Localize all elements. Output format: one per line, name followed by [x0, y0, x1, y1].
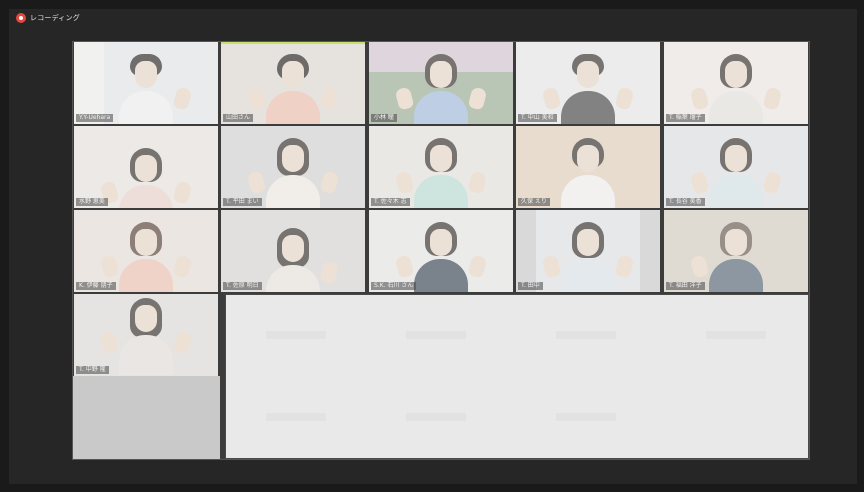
- video-tile[interactable]: T. 稲葉 瑠子: [664, 42, 808, 124]
- recording-indicator[interactable]: レコーディング: [16, 13, 80, 23]
- participant-name: T. 佐々木 志: [371, 198, 410, 206]
- video-tile[interactable]: K. 伊藤 朋子: [74, 210, 218, 292]
- participant-name: T. 田中: [518, 282, 543, 290]
- video-tile[interactable]: 水野 恵美: [74, 126, 218, 208]
- video-tile[interactable]: T. 佐々木 志: [369, 126, 513, 208]
- participant-name: 小林 瞳: [371, 114, 397, 122]
- video-tile[interactable]: 小林 瞳: [369, 42, 513, 124]
- video-tile[interactable]: Y.Y-Uehara: [74, 42, 218, 124]
- participant-name: T. 平田 まい: [223, 198, 262, 206]
- video-tile[interactable]: T. 佐原 明日: [221, 210, 365, 292]
- record-icon: [16, 13, 26, 23]
- participant-name: T. 長谷 美香: [666, 198, 705, 206]
- video-tile[interactable]: T. 中山 美和: [516, 42, 660, 124]
- participant-name: T. 中山 美和: [518, 114, 557, 122]
- participant-name: Y.Y-Uehara: [76, 114, 114, 122]
- video-tile[interactable]: S.K. 石川 さん: [369, 210, 513, 292]
- video-tile[interactable]: T. 田中: [516, 210, 660, 292]
- video-tile[interactable]: T. 福田 洋子: [664, 210, 808, 292]
- participant-name: T. 中野 隆: [76, 366, 109, 374]
- participant-name: T. 福田 洋子: [666, 282, 705, 290]
- video-tile-active-speaker[interactable]: 山田さん: [221, 42, 365, 124]
- participant-name: 久保 えり: [518, 198, 550, 206]
- video-tile[interactable]: T. 長谷 美香: [664, 126, 808, 208]
- video-tile[interactable]: 久保 えり: [516, 126, 660, 208]
- gallery-view: Y.Y-Uehara 山田さん 小林 瞳 T. 中山 美和 T. 稲葉 瑠子 水…: [72, 41, 810, 460]
- empty-tile: [73, 376, 220, 459]
- participant-name: T. 稲葉 瑠子: [666, 114, 705, 122]
- participant-name: 山田さん: [223, 114, 254, 122]
- participant-name: T. 佐原 明日: [223, 282, 262, 290]
- participant-name: 水野 恵美: [76, 198, 108, 206]
- video-tile[interactable]: T. 中野 隆: [74, 294, 218, 376]
- popup-overlay[interactable]: [225, 294, 809, 459]
- participant-name: S.K. 石川 さん: [371, 282, 417, 290]
- recording-label: レコーディング: [30, 14, 80, 22]
- video-tile[interactable]: T. 平田 まい: [221, 126, 365, 208]
- participant-name: K. 伊藤 朋子: [76, 282, 116, 290]
